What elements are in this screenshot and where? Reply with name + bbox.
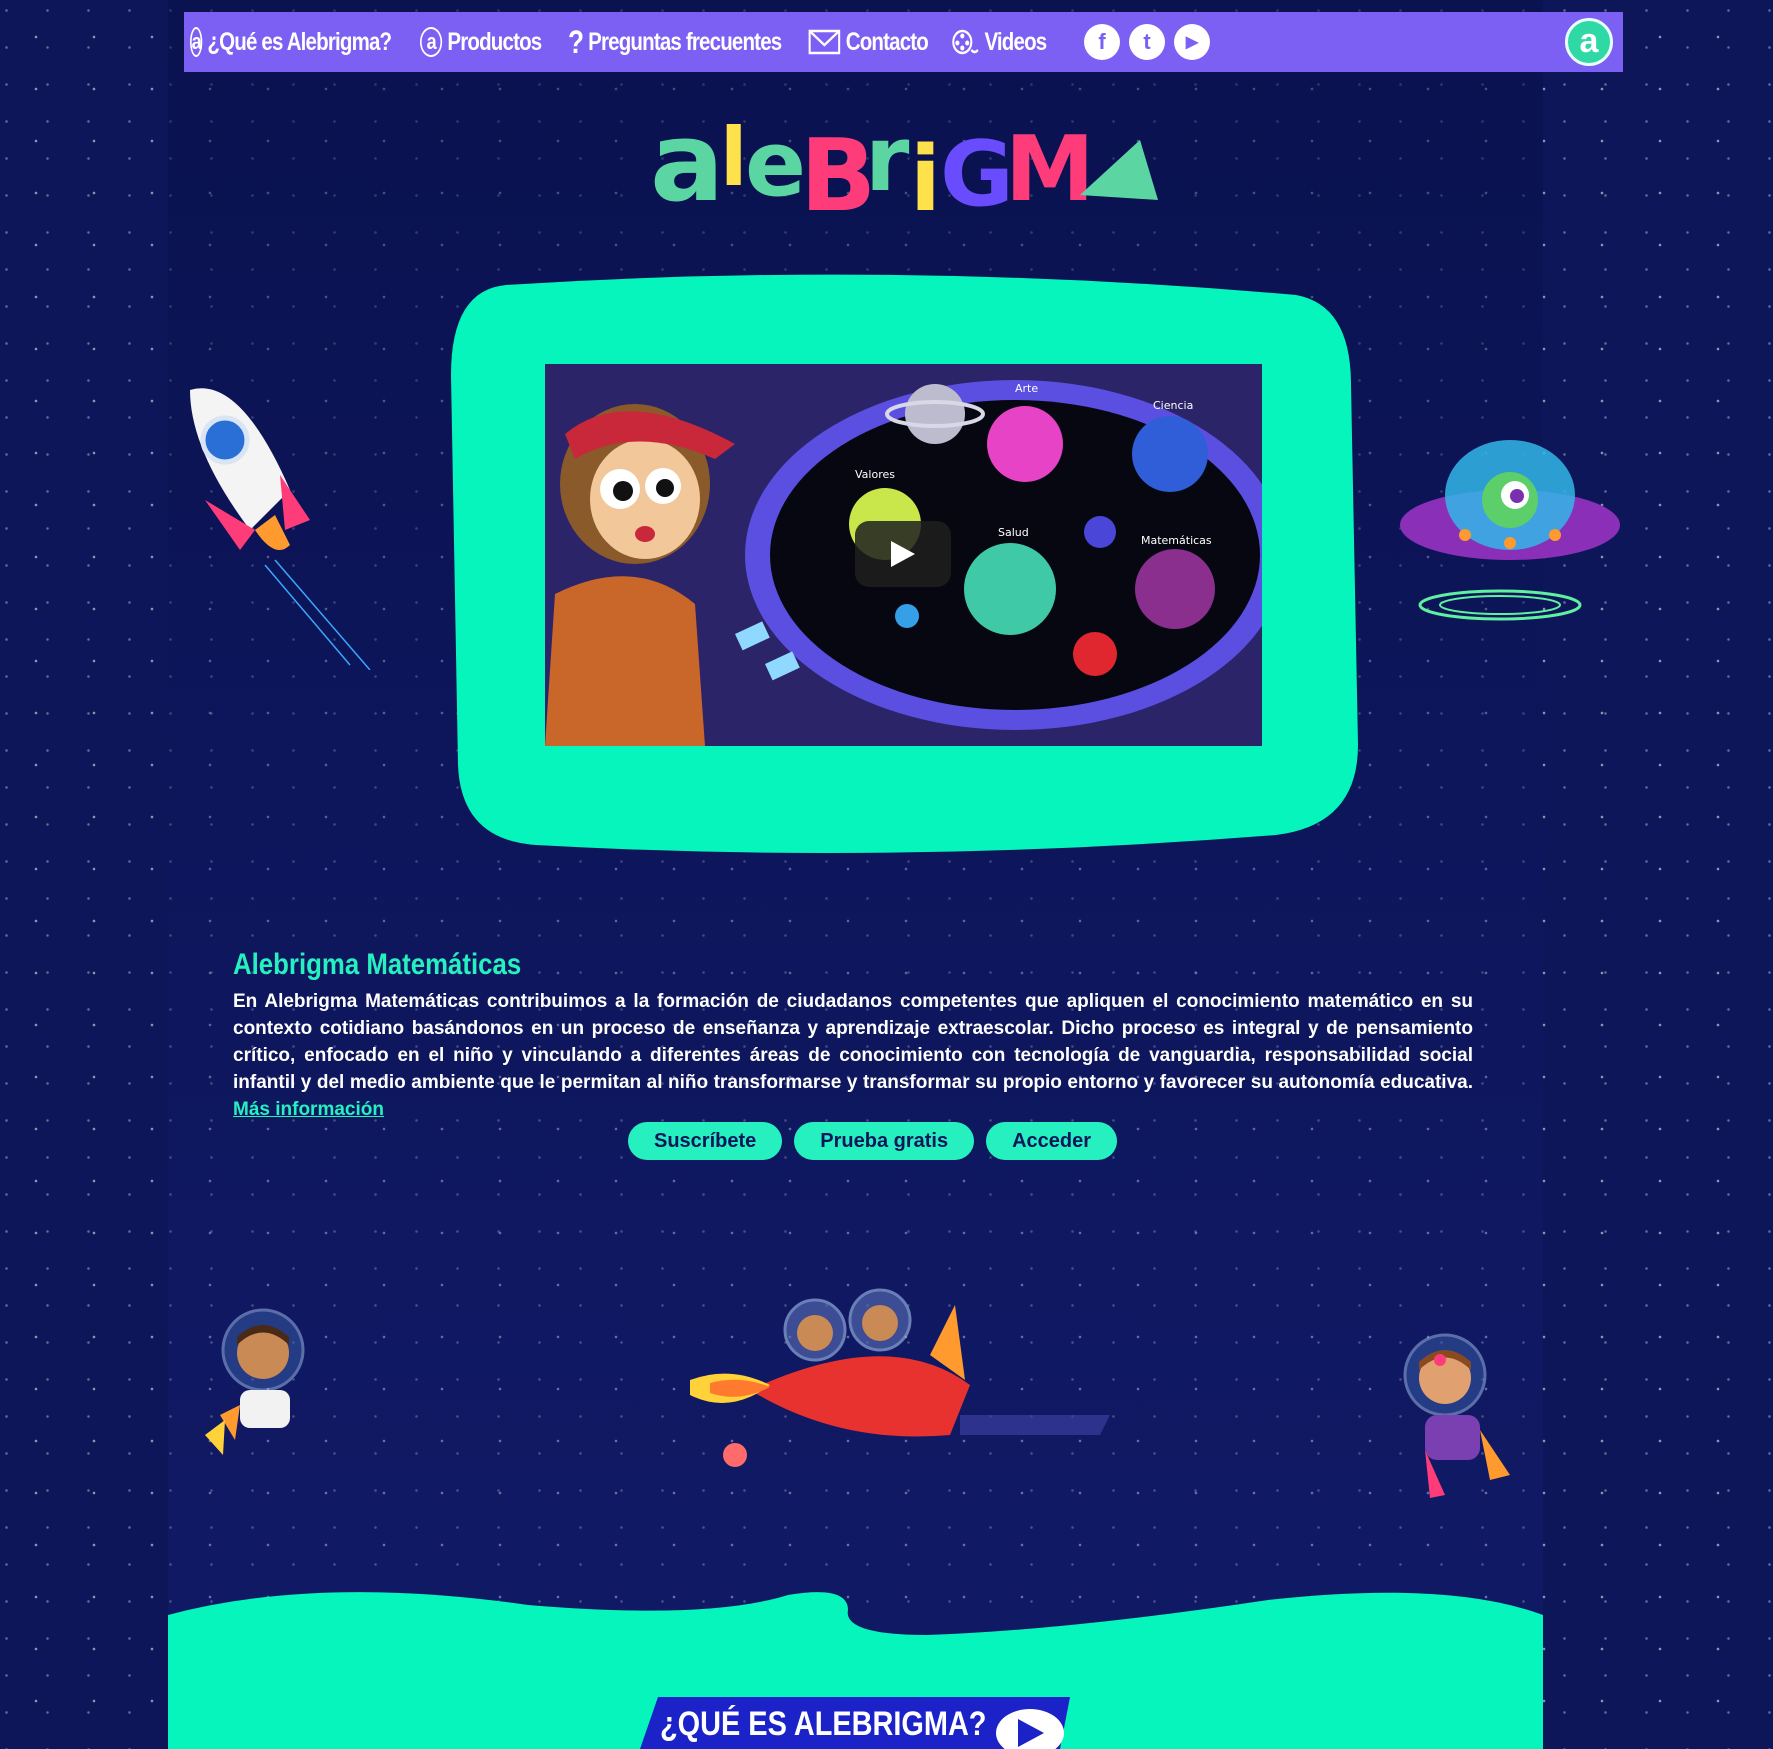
planet-label: Matemáticas xyxy=(1141,534,1212,547)
play-icon xyxy=(891,541,915,567)
free-trial-button[interactable]: Prueba gratis xyxy=(794,1122,975,1160)
nav-item-contacto[interactable]: Contacto xyxy=(808,12,929,72)
nav-label: Productos xyxy=(447,27,542,56)
svg-text:M: M xyxy=(1005,117,1095,220)
alebrigma-a-icon: a xyxy=(420,27,443,57)
brand-badge[interactable]: a xyxy=(1565,18,1613,66)
top-navbar: a ¿Qué es Alebrigma? a Productos ? Pregu… xyxy=(184,12,1623,72)
nav-label: Contacto xyxy=(845,27,929,56)
more-info-link[interactable]: Más información xyxy=(233,1099,384,1120)
ufo-illustration xyxy=(1400,440,1620,621)
planet-label: Ciencia xyxy=(1153,399,1193,412)
svg-text:r: r xyxy=(865,107,910,212)
envelope-icon xyxy=(808,28,841,56)
nav-item-videos[interactable]: Videos xyxy=(950,12,1055,72)
section-description: En Alebrigma Matemáticas contribuimos a … xyxy=(233,988,1473,1123)
twitter-icon[interactable]: t xyxy=(1129,24,1165,60)
video-play-button[interactable] xyxy=(855,521,951,587)
rocket-kids-illustration xyxy=(690,1288,1110,1467)
svg-text:l: l xyxy=(720,111,747,204)
svg-text:G: G xyxy=(940,122,1014,220)
astronaut-boy-illustration xyxy=(205,1308,305,1455)
facebook-icon[interactable]: f xyxy=(1084,24,1120,60)
nav-label: ¿Qué es Alebrigma? xyxy=(207,27,392,56)
nav-label: Videos xyxy=(984,27,1047,56)
alebrigma-a-icon: a xyxy=(190,27,203,57)
subscribe-button[interactable]: Suscríbete xyxy=(628,1122,783,1160)
nav-item-que-es[interactable]: a ¿Qué es Alebrigma? xyxy=(190,12,392,72)
alebrigma-logo[interactable]: alebrigma a l e B r i G M xyxy=(640,100,1160,220)
film-reel-icon xyxy=(950,26,980,58)
planet-label: Salud xyxy=(998,526,1029,539)
nav-label: Preguntas frecuentes xyxy=(588,27,782,56)
svg-text:a: a xyxy=(650,100,724,220)
section-title: Alebrigma Matemáticas xyxy=(233,948,522,981)
svg-text:e: e xyxy=(745,112,806,217)
svg-text:i: i xyxy=(910,127,941,220)
rocket-illustration xyxy=(190,388,371,670)
que-es-banner-text: ¿QUÉ ES ALEBRIGMA? xyxy=(660,1705,987,1743)
nav-item-preguntas[interactable]: ? Preguntas frecuentes xyxy=(568,12,782,72)
nav-item-productos[interactable]: a Productos xyxy=(420,12,542,72)
login-button[interactable]: Acceder xyxy=(986,1122,1118,1160)
question-icon: ? xyxy=(568,23,584,60)
youtube-icon[interactable]: ▶ xyxy=(1174,24,1210,60)
page-column xyxy=(168,0,1543,1749)
social-links: f t ▶ xyxy=(1084,24,1210,60)
description-text: En Alebrigma Matemáticas contribuimos a … xyxy=(233,991,1473,1093)
planet-label: Valores xyxy=(855,468,895,481)
astronaut-girl-illustration xyxy=(1403,1333,1510,1498)
cta-buttons: Suscríbete Prueba gratis Acceder xyxy=(628,1122,1118,1160)
planet-label: Arte xyxy=(1015,382,1038,395)
